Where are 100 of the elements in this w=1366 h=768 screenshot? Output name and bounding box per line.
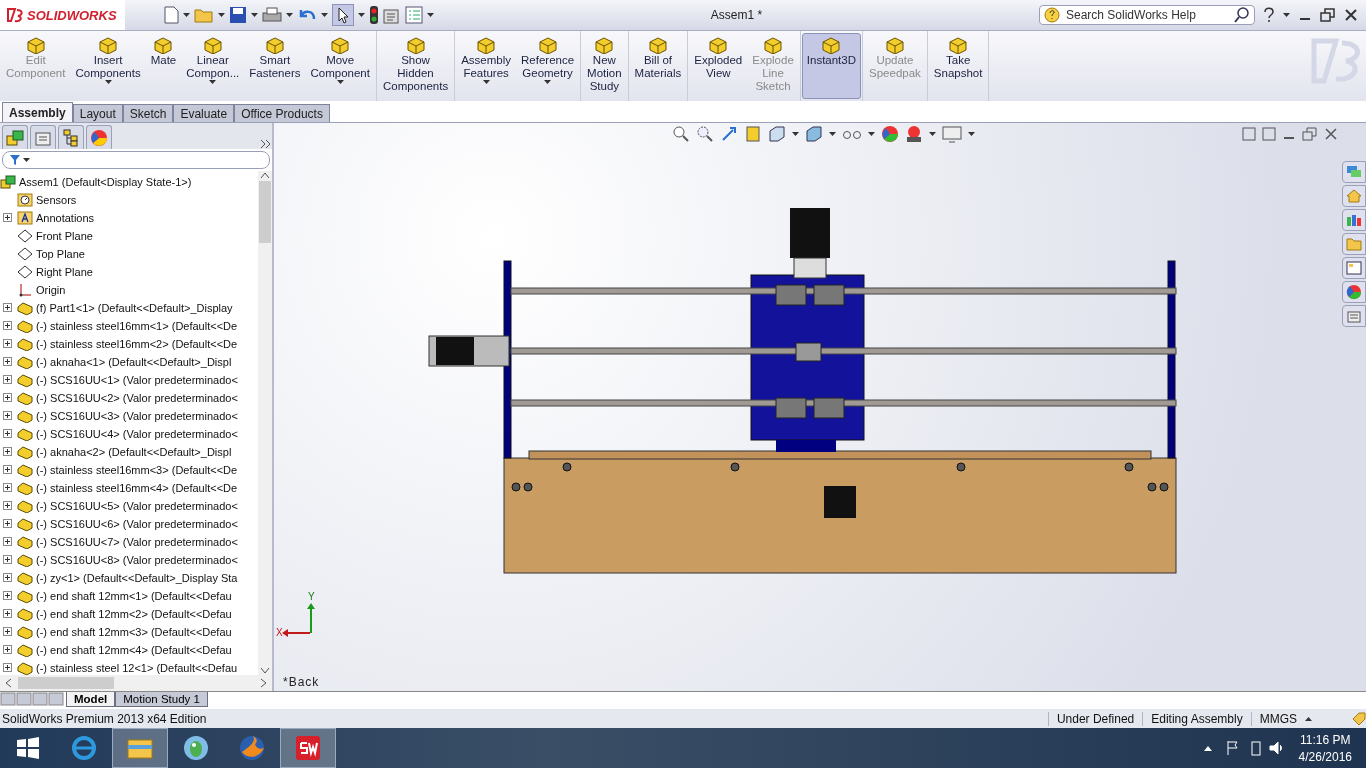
color-ball-icon[interactable] <box>881 125 899 143</box>
tree-item[interactable]: Sensors <box>0 191 258 209</box>
tab[interactable]: Motion Study 1 <box>115 692 208 707</box>
tab[interactable]: Layout <box>72 104 123 122</box>
expand-icon[interactable] <box>2 537 12 546</box>
tree-item[interactable]: (-) SCS16UU<1> (Valor predeterminado< <box>0 371 258 389</box>
expand-icon[interactable] <box>2 447 12 456</box>
expand-icon[interactable] <box>2 465 12 474</box>
tree-item[interactable]: (-) aknaha<1> (Default<<Default>_Displ <box>0 353 258 371</box>
tree-item[interactable]: (-) aknaha<2> (Default<<Default>_Displ <box>0 443 258 461</box>
flag-icon[interactable] <box>1224 740 1241 756</box>
tree-item[interactable]: (-) SCS16UU<4> (Valor predeterminado< <box>0 425 258 443</box>
tree-item[interactable]: (-) SCS16UU<3> (Valor predeterminado< <box>0 407 258 425</box>
expand-icon[interactable] <box>2 645 12 654</box>
expand-icon[interactable] <box>2 483 12 492</box>
tab[interactable]: Sketch <box>122 104 174 122</box>
expand-icon[interactable] <box>2 375 12 384</box>
tree-item[interactable]: (-) end shaft 12mm<2> (Default<<Defau <box>0 605 258 623</box>
tree-item[interactable]: (-) stainless steel16mm<4> (Default<<De <box>0 479 258 497</box>
caret-up-icon[interactable] <box>1305 716 1312 721</box>
tab[interactable]: Model <box>66 692 116 707</box>
scroll-thumb[interactable] <box>18 677 114 689</box>
new-document-icon[interactable] <box>163 6 179 24</box>
command-button[interactable]: Insert Components <box>70 33 146 99</box>
expand-icon[interactable] <box>2 393 12 402</box>
expand-icon[interactable] <box>2 213 12 222</box>
display-style-icon[interactable] <box>805 125 823 143</box>
command-button[interactable]: Reference Geometry <box>516 33 580 99</box>
tile-right-icon[interactable] <box>1262 127 1276 141</box>
print-icon[interactable] <box>262 7 282 23</box>
tree-item[interactable]: (-) stainless steel16mm<1> (Default<<De <box>0 317 258 335</box>
help-icon[interactable] <box>1263 7 1275 23</box>
scroll-right-icon[interactable] <box>260 678 268 688</box>
tree-item[interactable]: (-) SCS16UU<7> (Valor predeterminado< <box>0 533 258 551</box>
tree-item[interactable]: Origin <box>0 281 258 299</box>
view-orientation-icon[interactable] <box>768 125 786 143</box>
library-button[interactable] <box>1342 209 1366 231</box>
section-view-icon[interactable] <box>744 125 762 143</box>
configuration-tab[interactable] <box>58 125 84 149</box>
scroll-left-icon[interactable] <box>4 678 12 688</box>
expand-icon[interactable] <box>2 501 12 510</box>
view-palette-button[interactable] <box>1342 257 1366 279</box>
scrollbar[interactable] <box>258 171 272 675</box>
scroll-thumb[interactable] <box>259 181 271 243</box>
tree-item[interactable]: Annotations <box>0 209 258 227</box>
command-button[interactable]: Instant3D <box>801 33 862 99</box>
scroll-up-icon[interactable] <box>260 171 270 179</box>
traffic-light-icon[interactable] <box>369 5 379 25</box>
tab[interactable]: Office Products <box>234 104 330 122</box>
tree-item[interactable]: Top Plane <box>0 245 258 263</box>
expand-icon[interactable] <box>2 519 12 528</box>
restore-icon[interactable] <box>1320 8 1336 22</box>
tree-item[interactable]: (-) zy<1> (Default<<Default>_Display Sta <box>0 569 258 587</box>
previous-view-icon[interactable] <box>720 125 738 143</box>
expand-icon[interactable] <box>2 573 12 582</box>
command-button[interactable]: Assembly Features <box>456 33 516 99</box>
zoom-area-icon[interactable] <box>696 125 714 143</box>
appearance-tab[interactable] <box>86 125 112 149</box>
save-icon[interactable] <box>229 6 247 24</box>
command-button[interactable]: Show Hidden Components <box>377 33 454 99</box>
tree-item[interactable]: Right Plane <box>0 263 258 281</box>
expand-icon[interactable] <box>2 339 12 348</box>
tab[interactable]: Assembly <box>2 102 73 122</box>
command-button[interactable]: Take Snapshot <box>928 33 988 99</box>
taskbar-app[interactable] <box>280 728 336 768</box>
tree-item[interactable]: (-) end shaft 12mm<3> (Default<<Defau <box>0 623 258 641</box>
command-button[interactable]: Move Component <box>305 33 375 99</box>
horizontal-scrollbar[interactable] <box>0 675 272 691</box>
expand-icon[interactable] <box>2 663 12 672</box>
tree-item[interactable]: (-) stainless steel 12<1> (Default<<Defau <box>0 659 258 675</box>
tree-item[interactable]: Assem1 (Default<Display State-1>) <box>0 173 258 191</box>
search-icon[interactable] <box>1234 7 1250 23</box>
expand-icon[interactable] <box>2 627 12 636</box>
expand-icon[interactable] <box>2 429 12 438</box>
filter-field[interactable] <box>2 151 270 169</box>
expand-icon[interactable] <box>2 591 12 600</box>
pointer-icon[interactable] <box>332 4 354 26</box>
expand-chevron-icon[interactable] <box>260 139 272 149</box>
expand-icon[interactable] <box>2 321 12 330</box>
tray-caret-icon[interactable] <box>1202 744 1213 752</box>
tree-item[interactable]: (-) end shaft 12mm<1> (Default<<Defau <box>0 587 258 605</box>
expand-icon[interactable] <box>2 555 12 564</box>
tree-item[interactable]: (-) SCS16UU<2> (Valor predeterminado< <box>0 389 258 407</box>
tree-item[interactable]: (-) SCS16UU<8> (Valor predeterminado< <box>0 551 258 569</box>
tree-item[interactable]: (-) stainless steel16mm<2> (Default<<De <box>0 335 258 353</box>
rebuild-tag-icon[interactable] <box>1352 711 1366 726</box>
expand-icon[interactable] <box>2 303 12 312</box>
feature-tree-tab[interactable] <box>2 125 28 149</box>
command-button[interactable]: Exploded View <box>689 33 748 99</box>
tree-item[interactable]: (f) Part1<1> (Default<<Default>_Display <box>0 299 258 317</box>
tree-item[interactable]: Front Plane <box>0 227 258 245</box>
command-button[interactable]: Linear Compon... <box>181 33 245 99</box>
command-button[interactable]: Smart Fasteners <box>244 33 306 99</box>
command-button[interactable]: Bill of Materials <box>629 33 687 99</box>
battery-icon[interactable] <box>1250 740 1261 756</box>
close-icon[interactable] <box>1344 8 1358 22</box>
close-icon[interactable] <box>1324 127 1338 141</box>
checklist-icon[interactable] <box>405 6 423 24</box>
scroll-down-icon[interactable] <box>260 667 270 675</box>
tree-item[interactable]: (-) SCS16UU<5> (Valor predeterminado< <box>0 497 258 515</box>
